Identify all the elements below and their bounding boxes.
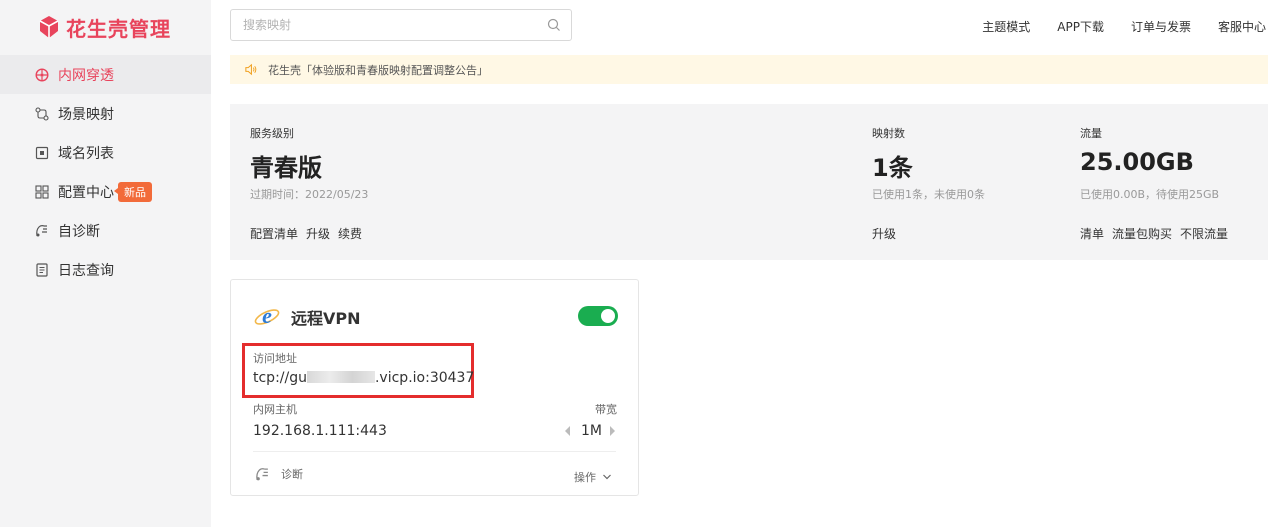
host-value: 192.168.1.111:443	[253, 423, 387, 439]
speaker-icon	[245, 63, 257, 76]
traffic-list-link[interactable]: 清单	[1080, 227, 1104, 241]
sidebar-item-diagnose[interactable]: 自诊断	[0, 211, 211, 250]
sidebar-item-label: 配置中心	[58, 184, 114, 201]
sidebar-item-label: 内网穿透	[58, 67, 114, 84]
bandwidth-decrease-icon[interactable]	[565, 426, 570, 436]
ie-browser-icon: e	[254, 303, 280, 328]
log-icon	[35, 262, 49, 277]
sidebar-item-intranet[interactable]: 内网穿透	[0, 55, 211, 94]
theme-mode-link[interactable]: 主题模式	[982, 18, 1030, 35]
logo-text: 花生壳管理	[66, 16, 171, 41]
new-badge: 新品	[114, 181, 152, 202]
redacted-blur	[306, 371, 375, 383]
stat-value: 1条	[872, 154, 913, 182]
mapping-card: e 远程VPN 访问地址 tcp://gu .vicp.io:30437 内网主机…	[230, 279, 639, 496]
unlimited-traffic-link[interactable]: 不限流量	[1180, 227, 1228, 241]
stat-links: 配置清单 升级 续费	[250, 225, 370, 242]
upgrade-link[interactable]: 升级	[306, 227, 330, 241]
sidebar-nav: 内网穿透 场景映射 域名列表 配置中心 新品 自诊断 日志查询	[0, 55, 211, 289]
sidebar-item-label: 日志查询	[58, 262, 114, 279]
sidebar: 花生壳管理 内网穿透 场景映射 域名列表 配置中心 新品 自诊断 日志查询	[0, 0, 211, 527]
domain-icon	[35, 146, 49, 160]
host-label: 内网主机	[253, 403, 297, 416]
stat-label: 映射数	[872, 127, 905, 140]
stat-sub: 已使用0.00B，待使用25GB	[1080, 188, 1220, 201]
search-icon[interactable]	[547, 18, 561, 32]
app-download-link[interactable]: APP下载	[1057, 18, 1104, 35]
operations-label: 操作	[574, 471, 596, 484]
sidebar-item-logs[interactable]: 日志查询	[0, 250, 211, 289]
bandwidth-value: 1M	[581, 423, 602, 439]
sidebar-item-label: 场景映射	[58, 106, 114, 123]
bandwidth-stepper: 1M	[565, 423, 615, 439]
address-label: 访问地址	[253, 352, 297, 365]
network-icon	[35, 67, 49, 82]
sidebar-item-scene[interactable]: 场景映射	[0, 94, 211, 133]
notice-text: 花生壳「体验版和青春版映射配置调整公告」	[268, 63, 488, 77]
search-input[interactable]	[231, 10, 531, 40]
config-list-link[interactable]: 配置清单	[250, 227, 298, 241]
grid-icon	[35, 184, 49, 199]
stat-links: 升级	[872, 225, 904, 242]
address-value[interactable]: tcp://gu .vicp.io:30437	[253, 370, 474, 386]
sidebar-item-label: 域名列表	[58, 145, 114, 162]
svg-text:e: e	[262, 303, 272, 328]
stat-value: 青春版	[250, 154, 322, 182]
bandwidth-increase-icon[interactable]	[610, 426, 615, 436]
brand-logo[interactable]: 花生壳管理	[36, 13, 171, 41]
diagnose-icon	[35, 224, 49, 238]
card-divider	[253, 451, 616, 452]
stat-label: 流量	[1080, 127, 1102, 140]
upgrade-mappings-link[interactable]: 升级	[872, 227, 896, 241]
stat-label: 服务级别	[250, 127, 294, 140]
orders-invoices-link[interactable]: 订单与发票	[1131, 18, 1191, 35]
search-box	[230, 9, 572, 41]
stat-value: 25.00GB	[1080, 148, 1194, 176]
diagnose-button[interactable]: 诊断	[255, 466, 303, 482]
sidebar-item-label: 自诊断	[58, 223, 100, 240]
mapping-enable-toggle[interactable]	[578, 306, 618, 326]
stat-links: 清单 流量包购买 不限流量	[1080, 225, 1236, 242]
sidebar-item-config[interactable]: 配置中心 新品	[0, 172, 211, 211]
mapping-title: 远程VPN	[291, 309, 361, 328]
bandwidth-label: 带宽	[595, 403, 617, 416]
notice-bar[interactable]: 花生壳「体验版和青春版映射配置调整公告」	[230, 55, 1268, 84]
peanut-shell-logo-icon	[39, 16, 59, 38]
sidebar-item-domains[interactable]: 域名列表	[0, 133, 211, 172]
buy-traffic-link[interactable]: 流量包购买	[1112, 227, 1172, 241]
stat-sub: 过期时间：2022/05/23	[250, 188, 369, 201]
diagnose-icon	[256, 467, 268, 480]
address-prefix: tcp://gu	[253, 370, 307, 386]
renew-link[interactable]: 续费	[338, 227, 362, 241]
diagnose-label: 诊断	[281, 468, 303, 481]
operations-dropdown[interactable]: 操作	[574, 469, 612, 485]
scene-icon	[35, 106, 49, 121]
address-suffix: .vicp.io:30437	[374, 370, 475, 386]
top-links: 主题模式 APP下载 订单与发票 客服中心	[955, 18, 1266, 35]
customer-service-link[interactable]: 客服中心	[1218, 18, 1266, 35]
stat-sub: 已使用1条，未使用0条	[872, 188, 985, 201]
chevron-down-icon	[603, 474, 611, 480]
stats-panel: 服务级别 青春版 过期时间：2022/05/23 配置清单 升级 续费 映射数 1条…	[230, 104, 1268, 260]
toggle-knob	[601, 309, 615, 323]
